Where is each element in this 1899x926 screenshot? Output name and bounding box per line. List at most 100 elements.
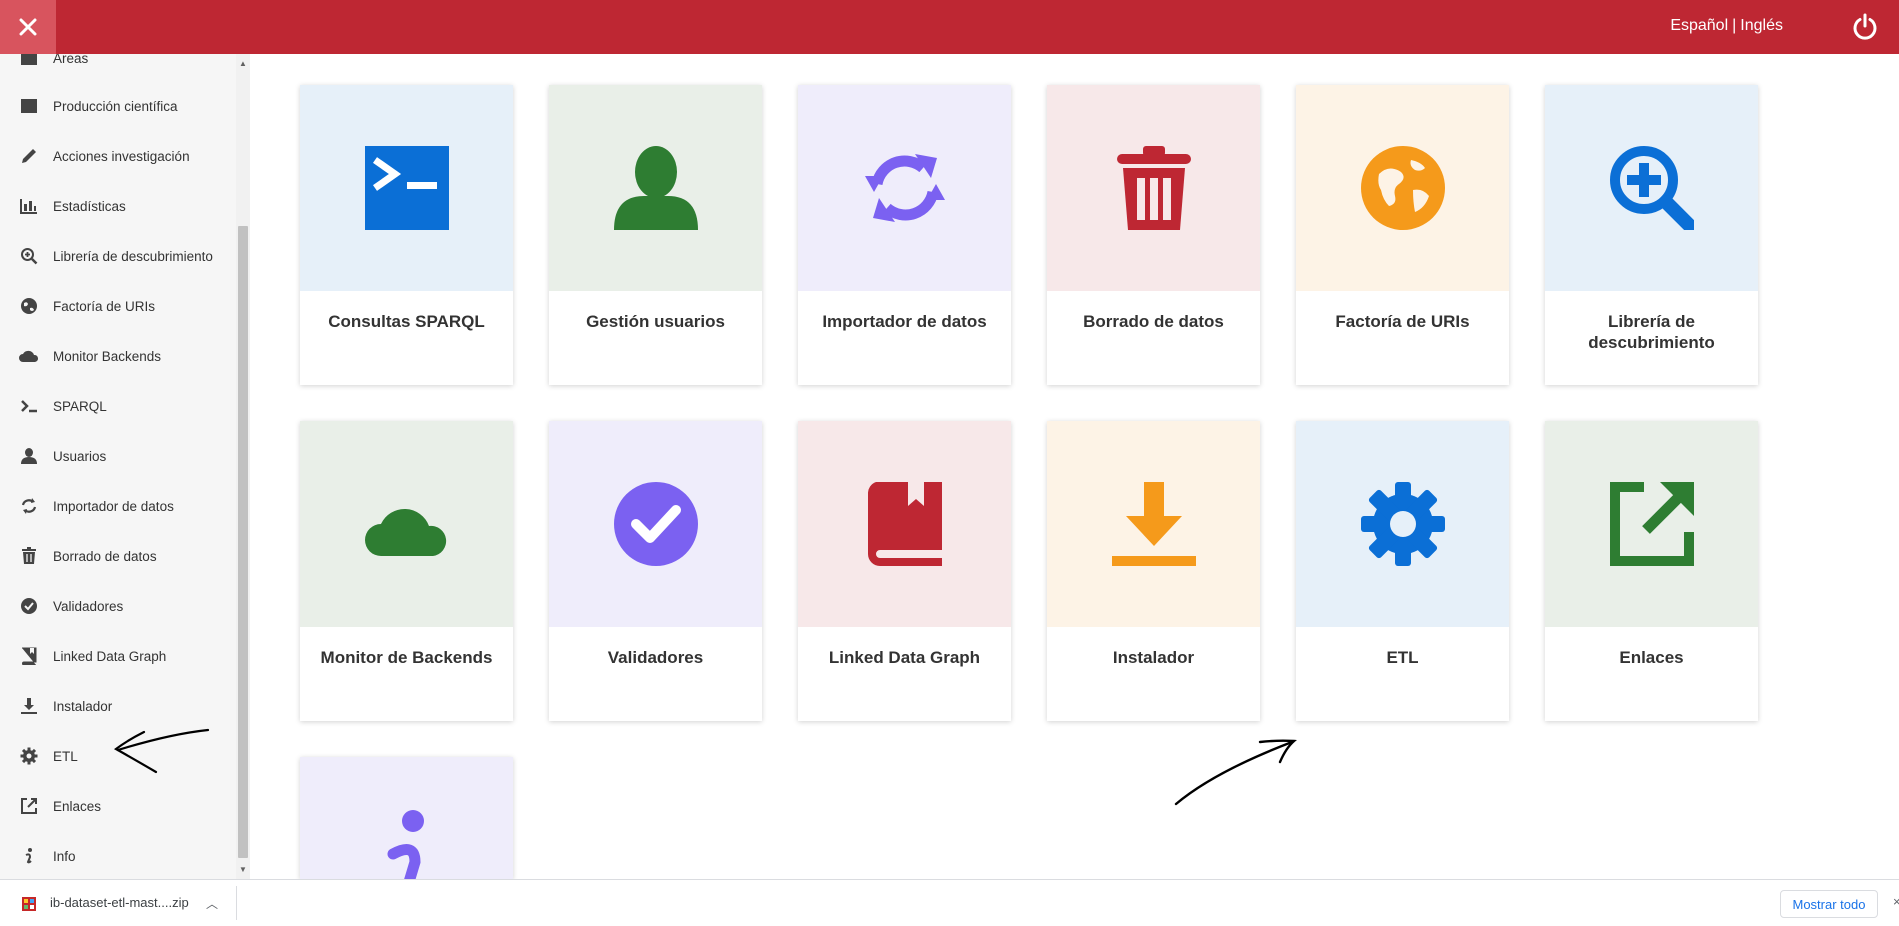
sidebar-item-estadisticas[interactable]: Estadísticas	[0, 181, 234, 231]
pencil-icon	[19, 146, 39, 166]
terminal-icon	[364, 146, 449, 230]
card-title: Enlaces	[1619, 648, 1684, 667]
card-title: Monitor de Backends	[320, 648, 493, 667]
card-title: Importador de datos	[822, 312, 987, 331]
card-monitor-backends[interactable]: Monitor de Backends	[300, 421, 513, 721]
sidebar-item-label: ETL	[53, 748, 78, 764]
lang-separator: |	[1732, 17, 1737, 34]
sidebar-item-label: Estadísticas	[53, 198, 126, 214]
sidebar: Áreas Producción científica Acciones inv…	[0, 54, 250, 879]
sync-icon	[19, 496, 39, 516]
sidebar-item-factoria-uris[interactable]: Factoría de URIs	[0, 281, 234, 331]
download-icon	[19, 696, 39, 716]
close-icon[interactable]: ×	[1893, 894, 1899, 909]
card-icon-area	[1545, 85, 1758, 291]
card-title: Gestión usuarios	[586, 312, 725, 331]
sidebar-item-label: Validadores	[53, 598, 124, 614]
external-link-icon	[19, 796, 39, 816]
sidebar-item-label: Borrado de datos	[53, 548, 157, 564]
cloud-icon	[19, 346, 39, 366]
card-instalador[interactable]: Instalador	[1047, 421, 1260, 721]
card-icon-area	[1296, 85, 1509, 291]
card-icon-area	[300, 757, 513, 879]
card-icon-area	[549, 85, 762, 291]
sidebar-item-importador-datos[interactable]: Importador de datos	[0, 481, 234, 531]
card-gestion-usuarios[interactable]: Gestión usuarios	[549, 85, 762, 385]
sidebar-item-sparql[interactable]: SPARQL	[0, 381, 234, 431]
sidebar-item-linked-data-graph[interactable]: Linked Data Graph	[0, 631, 234, 681]
card-linked-data-graph[interactable]: Linked Data Graph	[798, 421, 1011, 721]
sidebar-item-etl[interactable]: ETL	[0, 731, 234, 781]
info-icon	[19, 846, 39, 866]
card-etl[interactable]: ETL	[1296, 421, 1509, 721]
card-icon-area	[300, 85, 513, 291]
sidebar-item-instalador[interactable]: Instalador	[0, 681, 234, 731]
folder-icon	[19, 96, 39, 116]
info-icon	[387, 810, 424, 879]
search-plus-icon	[19, 246, 39, 266]
check-circle-icon	[613, 482, 698, 566]
folder-icon	[19, 54, 39, 68]
sidebar-item-borrado-datos[interactable]: Borrado de datos	[0, 531, 234, 581]
search-plus-icon	[1609, 146, 1694, 230]
sidebar-item-validadores[interactable]: Validadores	[0, 581, 234, 631]
card-title: Linked Data Graph	[828, 648, 981, 667]
card-title: ETL	[1386, 648, 1419, 667]
sidebar-item-label: SPARQL	[53, 398, 107, 414]
close-menu-button[interactable]	[0, 0, 56, 54]
card-icon-area	[798, 421, 1011, 627]
card-validadores[interactable]: Validadores	[549, 421, 762, 721]
sidebar-item-label: Monitor Backends	[53, 348, 162, 364]
sidebar-scrollbar-thumb[interactable]	[238, 226, 248, 858]
divider	[236, 886, 237, 920]
sidebar-item-enlaces[interactable]: Enlaces	[0, 781, 234, 831]
sidebar-item-label: Instalador	[53, 698, 113, 714]
scroll-up-arrow[interactable]: ▲	[236, 56, 250, 70]
sidebar-item-info[interactable]: Info	[0, 831, 234, 879]
download-bar: ib-dataset-etl-mast....zip ︿ Mostrar tod…	[0, 879, 1899, 926]
card-icon-area	[549, 421, 762, 627]
chevron-up-icon[interactable]: ︿	[206, 895, 218, 912]
trash-icon	[19, 546, 39, 566]
card-importador-datos[interactable]: Importador de datos	[798, 85, 1011, 385]
sidebar-item-acciones-investigacion[interactable]: Acciones investigación	[0, 131, 234, 181]
gear-icon	[19, 746, 39, 766]
card-icon-area	[1545, 421, 1758, 627]
sidebar-item-usuarios[interactable]: Usuarios	[0, 431, 234, 481]
card-consultas-sparql[interactable]: Consultas SPARQL	[300, 85, 513, 385]
sidebar-item-label: Info	[53, 848, 76, 864]
sync-icon	[864, 154, 945, 222]
sidebar-item-libreria-descubrimiento[interactable]: Librería de descubrimiento	[0, 231, 234, 281]
card-title: Borrado de datos	[1083, 312, 1224, 331]
card-icon-area	[798, 85, 1011, 291]
power-icon[interactable]	[1851, 13, 1879, 41]
card-info[interactable]	[300, 757, 513, 879]
top-bar: Español | Inglés	[0, 0, 1899, 54]
book-icon	[19, 646, 39, 666]
download-item[interactable]: ib-dataset-etl-mast....zip ︿	[0, 880, 236, 926]
sidebar-item-label: Importador de datos	[53, 498, 174, 514]
user-icon	[613, 146, 698, 230]
sidebar-item-areas[interactable]: Áreas	[0, 54, 234, 83]
scroll-down-arrow[interactable]: ▼	[236, 862, 250, 876]
card-title: Factoría de URIs	[1335, 312, 1470, 331]
check-circle-icon	[19, 596, 39, 616]
card-libreria-descubrimiento[interactable]: Librería de descubrimiento	[1545, 85, 1758, 385]
sidebar-item-label: Usuarios	[53, 448, 107, 464]
sidebar-item-produccion-cientifica[interactable]: Producción científica	[0, 81, 234, 131]
cloud-icon	[364, 508, 446, 556]
file-zip-icon	[22, 897, 36, 911]
card-title: Consultas SPARQL	[328, 312, 485, 331]
show-all-button[interactable]: Mostrar todo	[1780, 890, 1878, 918]
card-icon-area	[1047, 421, 1260, 627]
lang-es-link[interactable]: Español	[1670, 17, 1728, 34]
card-factoria-uris[interactable]: Factoría de URIs	[1296, 85, 1509, 385]
gear-icon	[1360, 482, 1445, 566]
card-borrado-datos[interactable]: Borrado de datos	[1047, 85, 1260, 385]
terminal-icon	[19, 396, 39, 416]
sidebar-item-monitor-backends[interactable]: Monitor Backends	[0, 331, 234, 381]
sidebar-item-label: Enlaces	[53, 798, 102, 814]
sidebar-item-label: Linked Data Graph	[53, 648, 167, 664]
lang-en-link[interactable]: Inglés	[1740, 17, 1783, 34]
card-enlaces[interactable]: Enlaces	[1545, 421, 1758, 721]
